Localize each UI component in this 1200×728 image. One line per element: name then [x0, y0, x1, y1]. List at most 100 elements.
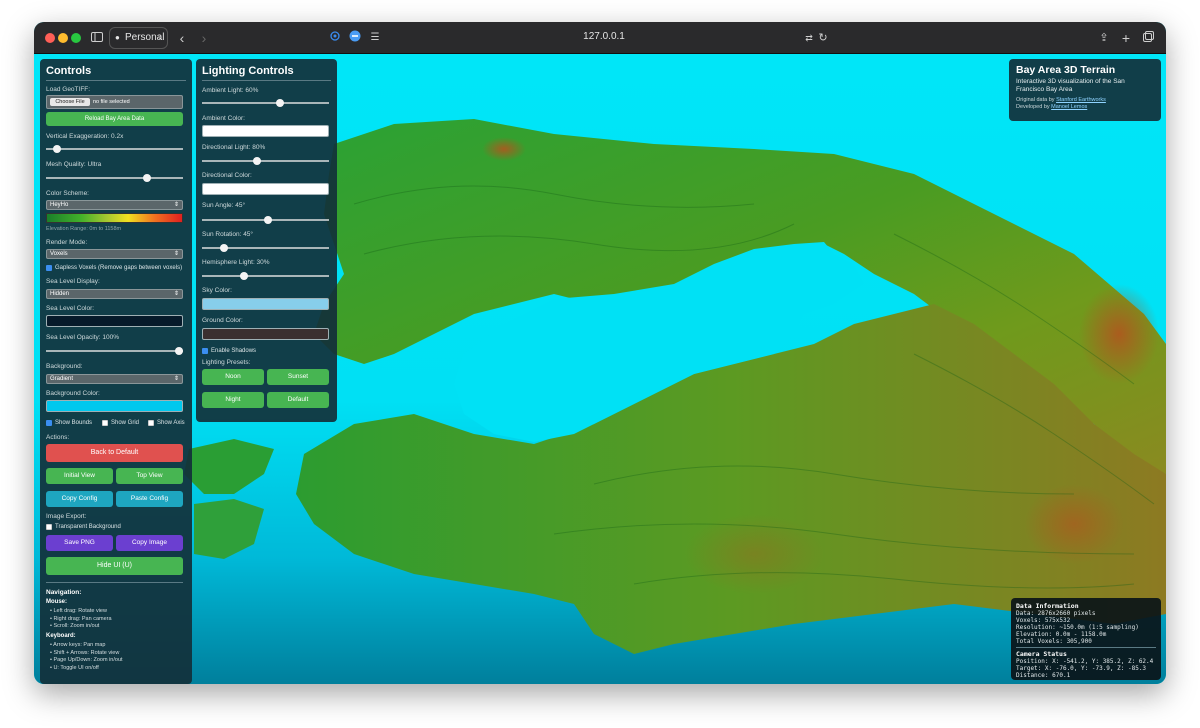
zoom-window-button[interactable] — [71, 33, 81, 43]
address-bar[interactable]: 127.0.0.1 — [554, 31, 654, 42]
sun-rotation-label: Sun Rotation: 45° — [202, 231, 254, 238]
background-select[interactable]: Gradient ⇕ — [46, 374, 183, 384]
stanford-earthworks-link[interactable]: Stanford Earthworks — [1056, 97, 1106, 103]
paste-config-button[interactable]: Paste Config — [116, 491, 183, 507]
app-title: Bay Area 3D Terrain — [1016, 64, 1116, 76]
navigation-heading: Navigation: — [46, 589, 82, 596]
hemisphere-light-slider[interactable] — [202, 272, 329, 280]
color-scheme-select[interactable]: HeyHo ⇕ — [46, 200, 183, 210]
tabs-overview-icon[interactable] — [1141, 28, 1155, 48]
hide-ui-button[interactable]: Hide UI (U) — [46, 557, 183, 575]
reader-icon[interactable]: ☰ — [368, 28, 382, 48]
directional-light-slider[interactable] — [202, 157, 329, 165]
enable-shadows-checkbox[interactable] — [202, 348, 208, 354]
original-data-credit: Original data by Stanford Earthworks — [1016, 97, 1154, 103]
image-export-label: Image Export: — [46, 513, 87, 520]
reload-icon[interactable]: ↻ — [816, 28, 830, 48]
transparent-background-label: Transparent Background — [55, 524, 121, 530]
extension-icon[interactable] — [348, 28, 362, 48]
sky-color-picker[interactable] — [202, 298, 329, 310]
back-arrow-icon[interactable]: ‹ — [176, 28, 188, 48]
translate-icon[interactable]: ⇄ — [802, 28, 816, 48]
sea-level-color-picker[interactable] — [46, 315, 183, 327]
camera-status-title: Camera Status — [1016, 650, 1067, 658]
choose-file-button[interactable]: Choose File — [50, 98, 90, 106]
reload-bay-area-button[interactable]: Reload Bay Area Data — [46, 112, 183, 126]
ambient-color-picker[interactable] — [202, 125, 329, 137]
noon-preset-button[interactable]: Noon — [202, 369, 264, 385]
divider — [1016, 647, 1156, 648]
default-preset-button[interactable]: Default — [267, 392, 329, 408]
developer-link[interactable]: Manoel Lemos — [1051, 104, 1087, 110]
background-value: Gradient — [50, 376, 74, 382]
color-scheme-value: HeyHo — [50, 202, 69, 208]
slider-knob[interactable] — [240, 272, 248, 280]
camera-status-list: Position: X: -541.2, Y: 385.2, Z: 62.4 T… — [1016, 658, 1156, 679]
sidebar-icon[interactable] — [90, 28, 104, 48]
background-color-picker[interactable] — [46, 400, 183, 412]
terrain-viewport[interactable]: Controls Load GeoTIFF: Choose File no fi… — [34, 54, 1166, 684]
sun-angle-slider[interactable] — [202, 216, 329, 224]
render-mode-select[interactable]: Voxels ⇕ — [46, 249, 183, 259]
data-info-title: Data Information — [1016, 602, 1079, 610]
copy-config-button[interactable]: Copy Config — [46, 491, 113, 507]
show-axis-label: Show Axis — [157, 420, 185, 426]
show-bounds-checkbox[interactable] — [46, 420, 52, 426]
new-tab-icon[interactable]: + — [1119, 28, 1133, 48]
slider-knob[interactable] — [276, 99, 284, 107]
sunset-preset-button[interactable]: Sunset — [267, 369, 329, 385]
select-arrow-icon: ⇕ — [173, 251, 179, 257]
select-arrow-icon: ⇕ — [173, 376, 179, 382]
share-icon[interactable]: ⇪ — [1097, 28, 1111, 48]
minimize-window-button[interactable] — [58, 33, 68, 43]
night-preset-button[interactable]: Night — [202, 392, 264, 408]
close-window-button[interactable] — [45, 33, 55, 43]
lighting-title: Lighting Controls — [202, 65, 331, 81]
slider-knob[interactable] — [253, 157, 261, 165]
slider-knob[interactable] — [175, 347, 183, 355]
color-scheme-label: Color Scheme: — [46, 190, 89, 197]
profile-selector[interactable]: ● Personal ⌄ — [109, 27, 168, 49]
list-item: • Arrow keys: Pan map — [50, 642, 106, 648]
copy-image-button[interactable]: Copy Image — [116, 535, 183, 551]
browser-window: ● Personal ⌄ ‹ › ☰ 127.0.0.1 ⇄ ↻ ⇪ + Con… — [34, 22, 1166, 684]
sea-level-opacity-slider[interactable] — [46, 347, 183, 355]
show-axis-checkbox[interactable] — [148, 420, 154, 426]
camera-line: Target: X: -76.0, Y: -73.9, Z: -85.3 — [1016, 665, 1147, 672]
show-grid-label: Show Grid — [111, 420, 140, 426]
forward-arrow-icon[interactable]: › — [198, 28, 210, 48]
ambient-light-slider[interactable] — [202, 99, 329, 107]
data-info-line: Elevation: 0.0m - 1158.0m — [1016, 631, 1107, 638]
show-grid-checkbox[interactable] — [102, 420, 108, 426]
list-item: • Right drag: Pan camera — [50, 615, 112, 622]
select-arrow-icon: ⇕ — [173, 202, 179, 208]
sea-level-display-value: Hidden — [50, 291, 70, 297]
lighting-panel: Lighting Controls Ambient Light: 60% Amb… — [196, 59, 337, 422]
location-icon[interactable] — [328, 28, 342, 48]
select-arrow-icon: ⇕ — [173, 291, 179, 297]
sea-level-display-select[interactable]: Hidden ⇕ — [46, 289, 183, 299]
directional-color-picker[interactable] — [202, 183, 329, 195]
vertical-exaggeration-slider[interactable] — [46, 145, 183, 153]
slider-knob[interactable] — [264, 216, 272, 224]
mesh-quality-slider[interactable] — [46, 174, 183, 182]
initial-view-button[interactable]: Initial View — [46, 468, 113, 484]
data-info-line: Resolution: ~150.0m (1:5 sampling) — [1016, 624, 1139, 631]
top-view-button[interactable]: Top View — [116, 468, 183, 484]
mouse-heading: Mouse: — [46, 599, 67, 605]
mouse-help-list: • Left drag: Rotate view • Right drag: P… — [50, 608, 112, 631]
slider-knob[interactable] — [143, 174, 151, 182]
save-png-button[interactable]: Save PNG — [46, 535, 113, 551]
ground-color-picker[interactable] — [202, 328, 329, 340]
slider-knob[interactable] — [53, 145, 61, 153]
sun-rotation-slider[interactable] — [202, 244, 329, 252]
back-to-default-button[interactable]: Back to Default — [46, 444, 183, 462]
slider-knob[interactable] — [220, 244, 228, 252]
sea-level-opacity-label: Sea Level Opacity: 100% — [46, 334, 119, 341]
transparent-background-checkbox[interactable] — [46, 524, 52, 530]
file-input[interactable]: Choose File no file selected — [46, 95, 183, 109]
browser-toolbar: ● Personal ⌄ ‹ › ☰ 127.0.0.1 ⇄ ↻ ⇪ + — [34, 22, 1166, 54]
sun-angle-label: Sun Angle: 45° — [202, 202, 246, 209]
data-info-line: Total Voxels: 305,900 — [1016, 638, 1092, 645]
gapless-voxels-checkbox[interactable] — [46, 265, 52, 271]
